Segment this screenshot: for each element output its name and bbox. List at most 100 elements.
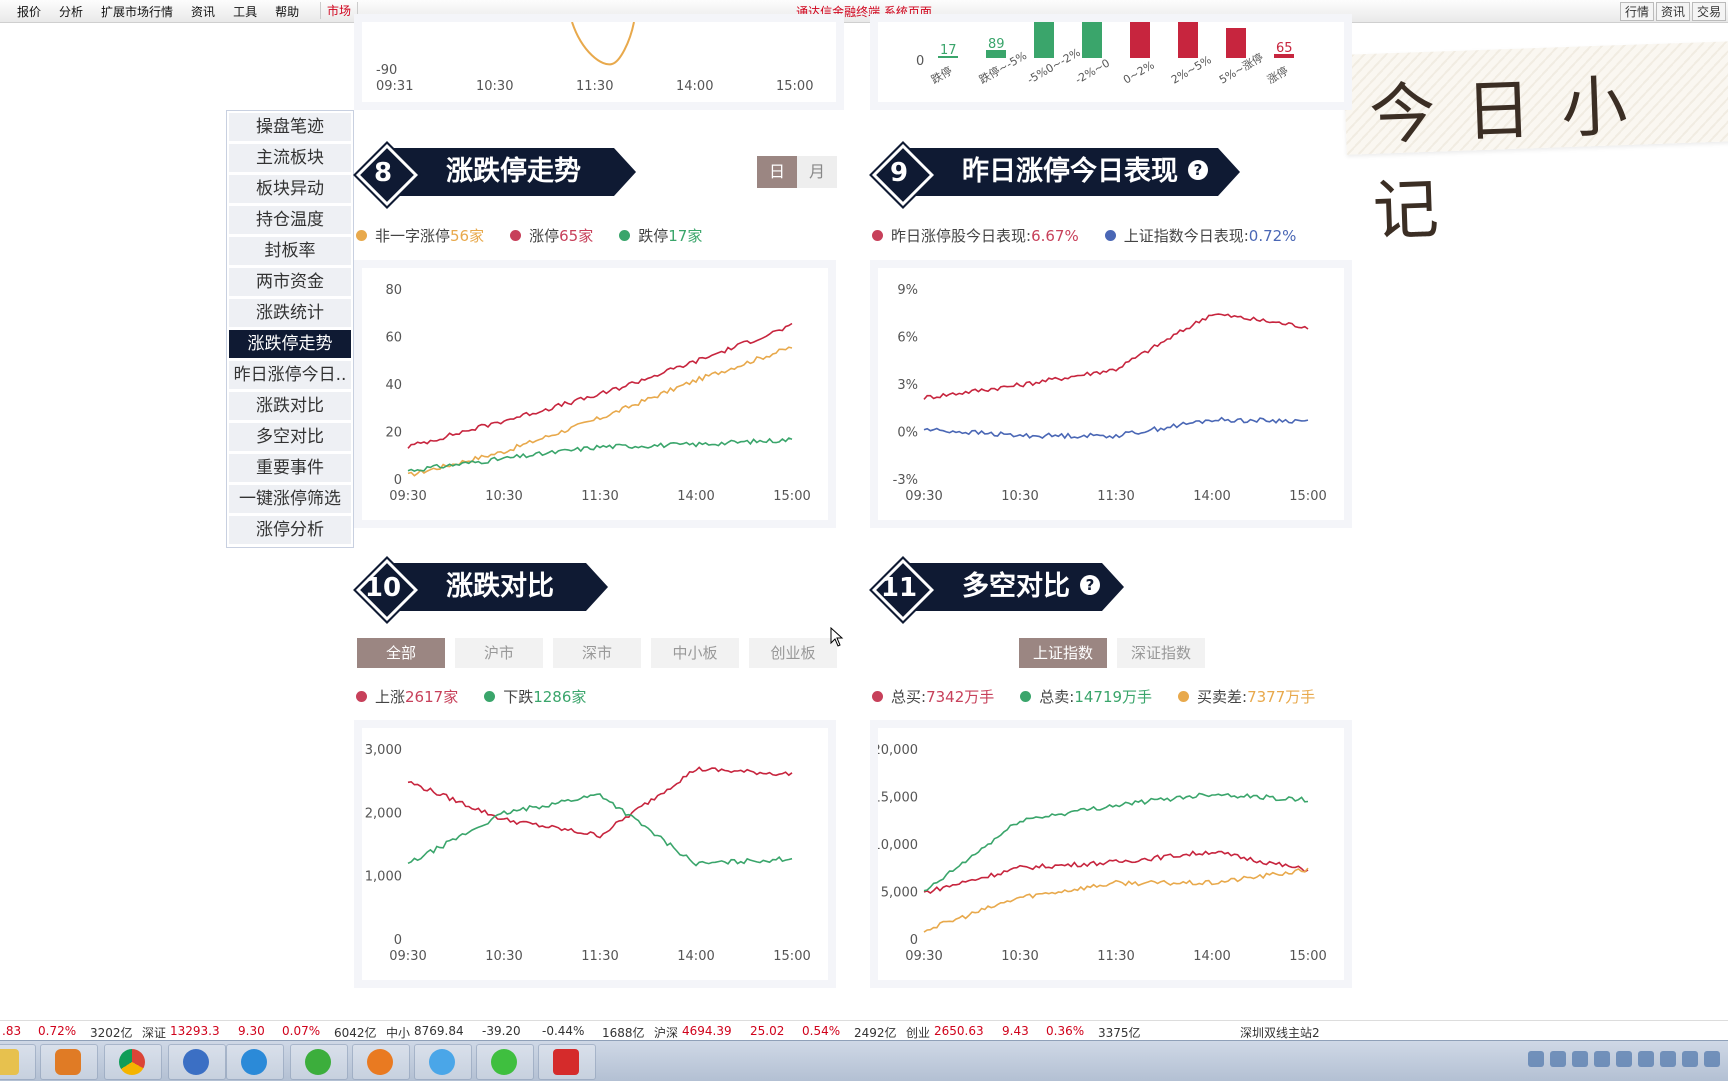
sidebar-item-13[interactable]: 涨停分析	[229, 516, 351, 544]
taskbar-sogou-button[interactable]	[168, 1044, 226, 1080]
y-tick-label: 6%	[897, 331, 918, 346]
legend-label: 昨日涨停股今日表现:	[891, 227, 1032, 245]
y-tick-label: 20,000	[878, 743, 918, 758]
partial-zero-tick: 0	[916, 54, 924, 69]
x-tick-label: 15:00	[773, 949, 810, 964]
tab-s10-4[interactable]: 创业板	[749, 638, 837, 668]
legend-value: 6.67%	[1031, 226, 1079, 245]
sogou-icon	[183, 1049, 209, 1075]
tray-shield-icon[interactable]	[1660, 1051, 1676, 1067]
y-tick-label: 0	[394, 933, 402, 948]
y-tick-label: -3%	[893, 473, 918, 488]
tray-keyboard-icon[interactable]	[1528, 1051, 1544, 1067]
sidebar-item-12[interactable]: 一键涨停筛选	[229, 485, 351, 513]
help-icon[interactable]: ?	[1080, 575, 1100, 595]
status-item: 0.07%	[282, 1024, 321, 1038]
section-9-legend: 昨日涨停股今日表现: 6.67% 上证指数今日表现: 0.72%	[872, 225, 1322, 246]
x-tick-label: 09:30	[905, 489, 942, 504]
taskbar-tdx-button[interactable]	[538, 1044, 596, 1080]
tray-volume-icon[interactable]	[1682, 1051, 1698, 1067]
legend-item[interactable]: 买卖差: 7377万手	[1178, 686, 1315, 707]
y-tick-label: 80	[385, 283, 402, 298]
section-10-market-tabs: 全部 沪市 深市 中小板 创业板	[357, 638, 837, 668]
legend-item[interactable]: 涨停 65家	[510, 225, 593, 246]
toggle-month[interactable]: 月	[797, 156, 837, 188]
x-tick-label: 15:00	[1289, 949, 1326, 964]
x-tick-label: 09:30	[389, 949, 426, 964]
sidebar-item-1[interactable]: 主流板块	[229, 144, 351, 172]
legend-item[interactable]: 下跌 1286家	[484, 686, 586, 707]
section-8-title: 涨跌停走势	[394, 148, 636, 196]
x-tick-label: 14:00	[676, 79, 713, 94]
x-tick-label: 11:30	[1097, 949, 1134, 964]
status-item: .83	[2, 1024, 22, 1038]
tray-ie-icon[interactable]	[1594, 1051, 1610, 1067]
tab-s10-0[interactable]: 全部	[357, 638, 445, 668]
section-10-legend: 上涨 2617家 下跌 1286家	[356, 686, 612, 707]
taskbar-chrome-button[interactable]	[104, 1044, 162, 1080]
tab-s10-2[interactable]: 深市	[553, 638, 641, 668]
legend-item[interactable]: 总买: 7342万手	[872, 686, 994, 707]
x-tick-label: 11:30	[1097, 489, 1134, 504]
legend-dot-icon	[1178, 691, 1190, 702]
y-tick-label: 0	[910, 933, 918, 948]
taskbar-ie-button[interactable]	[226, 1044, 284, 1080]
sidebar-item-2[interactable]: 板块异动	[229, 175, 351, 203]
status-item: 4694.39	[682, 1024, 732, 1038]
section-10-number: 10	[364, 573, 402, 603]
legend-item[interactable]: 上证指数今日表现: 0.72%	[1104, 225, 1296, 246]
sidebar-item-0[interactable]: 操盘笔迹	[229, 113, 351, 141]
limit-trend-chart: 0 20 40 60 80 09:30 10:30 11:30 14:00 15:00	[385, 283, 810, 504]
sidebar-item-10[interactable]: 多空对比	[229, 423, 351, 451]
legend-value: 14719万手	[1074, 688, 1153, 706]
partial-panel-left: -90 09:31 10:30 11:30 14:00 15:00	[362, 22, 836, 102]
taskbar-orange-app-button[interactable]	[352, 1044, 410, 1080]
status-item: 深证	[142, 1026, 167, 1040]
status-item: 8769.84	[414, 1024, 464, 1038]
quote-button[interactable]: 行情	[1619, 2, 1654, 21]
media-player-icon	[55, 1049, 81, 1075]
legend-value: 56家	[450, 227, 485, 245]
sidebar-item-3[interactable]: 持仓温度	[229, 206, 351, 234]
sidebar-item-7[interactable]: 涨跌停走势	[229, 330, 351, 358]
legend-item[interactable]: 非一字涨停 56家	[356, 225, 484, 246]
taskbar-green-browser-button[interactable]	[290, 1044, 348, 1080]
bar-value-label: 89	[988, 37, 1005, 52]
legend-label: 上涨	[375, 688, 406, 706]
sidebar-item-5[interactable]: 两市资金	[229, 268, 351, 296]
side-navigation: 操盘笔迹主流板块板块异动持仓温度封板率两市资金涨跌统计涨跌停走势昨日涨停今日..…	[226, 110, 354, 548]
sidebar-item-9[interactable]: 涨跌对比	[229, 392, 351, 420]
section-8-chart-panel: 0 20 40 60 80 09:30 10:30 11:30 14:00 15:00	[362, 268, 828, 520]
taskbar-qq-browser-button[interactable]	[414, 1044, 472, 1080]
help-icon[interactable]: ?	[1188, 160, 1208, 180]
legend-item[interactable]: 跌停 17家	[619, 225, 702, 246]
tray-security-icon[interactable]	[1638, 1051, 1654, 1067]
taskbar-folder-button[interactable]	[0, 1044, 36, 1080]
news-button[interactable]: 资讯	[1655, 2, 1690, 21]
legend-item[interactable]: 总卖: 14719万手	[1020, 686, 1152, 707]
trade-button[interactable]: 交易	[1691, 2, 1726, 21]
tab-s10-3[interactable]: 中小板	[651, 638, 739, 668]
taskbar-wechat-button[interactable]	[476, 1044, 534, 1080]
tray-flag-icon[interactable]	[1704, 1051, 1720, 1067]
tab-s11-1[interactable]: 深证指数	[1117, 638, 1205, 668]
status-item: 2492亿	[854, 1026, 897, 1040]
legend-item[interactable]: 上涨 2617家	[356, 686, 458, 707]
toggle-day[interactable]: 日	[757, 156, 797, 188]
tray-wechat-icon[interactable]	[1616, 1051, 1632, 1067]
watermark-card: 今日小记	[1343, 41, 1728, 250]
section-9-chart-panel: -3% 0% 3% 6% 9% 09:30 10:30 11:30 14:00 15:00	[878, 268, 1344, 520]
taskbar-media-button[interactable]	[40, 1044, 98, 1080]
status-item: -0.44%	[542, 1024, 585, 1038]
section-10-header: 10 涨跌对比	[353, 556, 626, 624]
tray-help-icon[interactable]	[1550, 1051, 1566, 1067]
sidebar-item-8[interactable]: 昨日涨停今日..	[229, 361, 351, 389]
sidebar-item-11[interactable]: 重要事件	[229, 454, 351, 482]
tab-s11-0[interactable]: 上证指数	[1019, 638, 1107, 668]
tray-network-icon[interactable]	[1572, 1051, 1588, 1067]
legend-item[interactable]: 昨日涨停股今日表现: 6.67%	[872, 225, 1079, 246]
tab-s10-1[interactable]: 沪市	[455, 638, 543, 668]
sidebar-item-4[interactable]: 封板率	[229, 237, 351, 265]
watermark-text: 今日小记	[1368, 66, 1659, 250]
sidebar-item-6[interactable]: 涨跌统计	[229, 299, 351, 327]
